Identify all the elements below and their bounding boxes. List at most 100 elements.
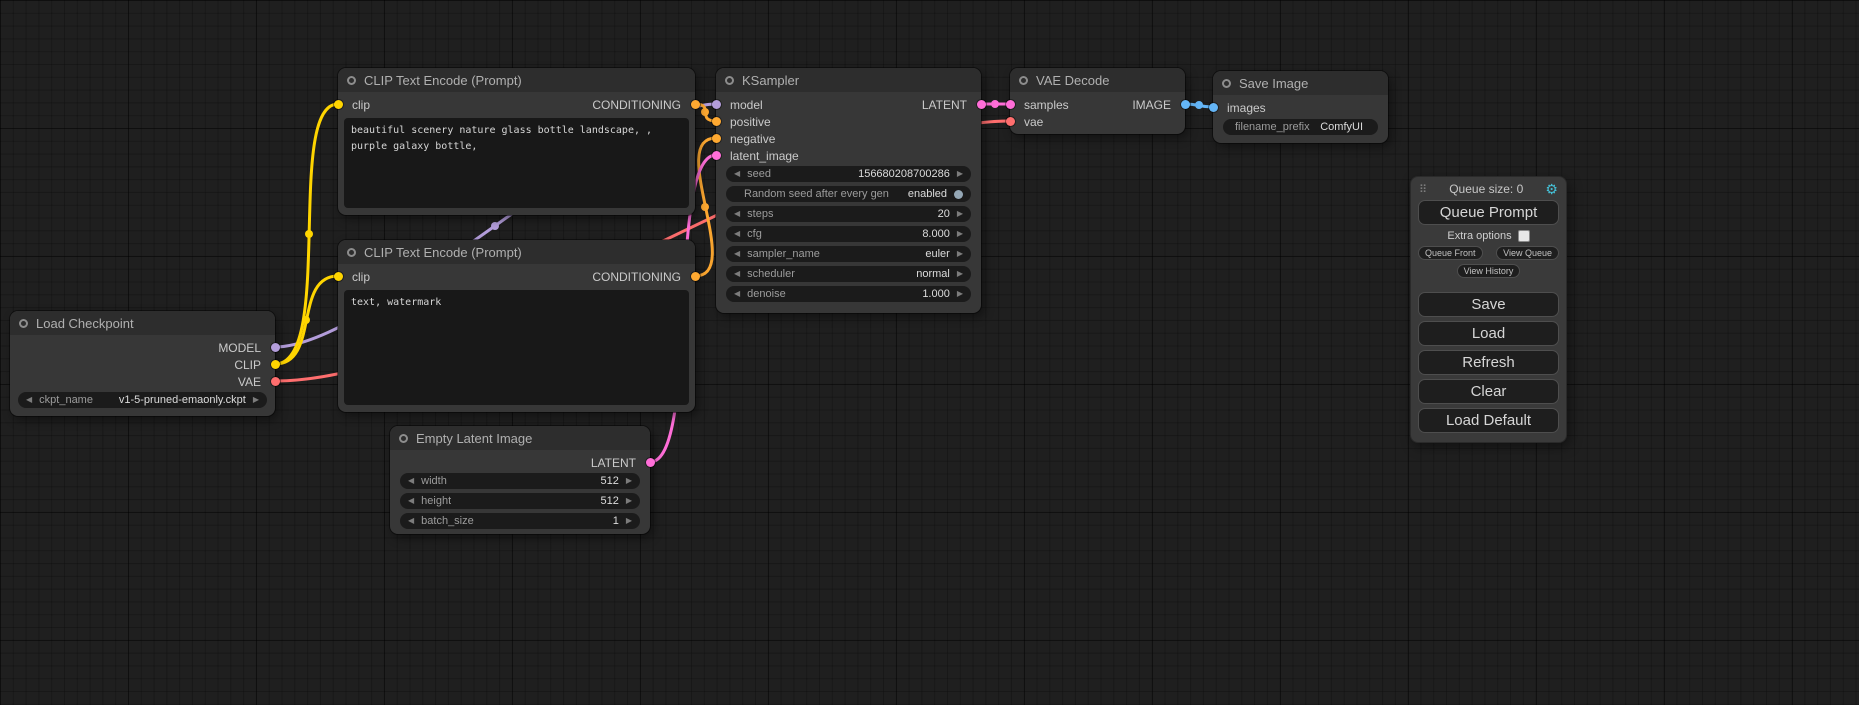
output-dot[interactable] bbox=[691, 100, 700, 109]
output-slot-clip[interactable]: CLIP bbox=[10, 356, 275, 373]
decrement-arrow-icon[interactable]: ◀ bbox=[734, 270, 740, 278]
widget-seed[interactable]: ◀ seed 156680208700286 ▶ bbox=[726, 166, 971, 182]
node-clip-text-encode-negative[interactable]: CLIP Text Encode (Prompt) clip CONDITION… bbox=[338, 240, 695, 412]
increment-arrow-icon[interactable]: ▶ bbox=[957, 270, 963, 278]
increment-arrow-icon[interactable]: ▶ bbox=[957, 250, 963, 258]
node-titlebar[interactable]: Save Image bbox=[1213, 71, 1388, 95]
output-dot[interactable] bbox=[977, 100, 986, 109]
input-dot[interactable] bbox=[712, 151, 721, 160]
drag-handle-icon[interactable]: ⠿ bbox=[1419, 183, 1427, 196]
increment-arrow-icon[interactable]: ▶ bbox=[626, 497, 632, 505]
input-slot-negative[interactable]: negative bbox=[716, 130, 981, 147]
settings-gear-icon[interactable]: ⚙ bbox=[1545, 182, 1558, 196]
increment-arrow-icon[interactable]: ▶ bbox=[626, 517, 632, 525]
input-slot-vae[interactable]: vae bbox=[1010, 113, 1185, 130]
widget-random-seed-toggle[interactable]: Random seed after every gen enabled bbox=[726, 186, 971, 202]
input-slot-images[interactable]: images bbox=[1213, 99, 1388, 116]
node-ksampler[interactable]: KSampler model LATENT positive negative … bbox=[716, 68, 981, 313]
input-slot-latent-image[interactable]: latent_image bbox=[716, 147, 981, 164]
output-dot[interactable] bbox=[271, 343, 280, 352]
load-button[interactable]: Load bbox=[1418, 321, 1559, 346]
output-slot-latent[interactable]: LATENT bbox=[390, 454, 650, 471]
node-titlebar[interactable]: KSampler bbox=[716, 68, 981, 92]
input-dot[interactable] bbox=[712, 117, 721, 126]
clear-button[interactable]: Clear bbox=[1418, 379, 1559, 404]
output-slot-model[interactable]: MODEL bbox=[10, 339, 275, 356]
node-titlebar[interactable]: Load Checkpoint bbox=[10, 311, 275, 335]
increment-arrow-icon[interactable]: ▶ bbox=[957, 230, 963, 238]
node-titlebar[interactable]: VAE Decode bbox=[1010, 68, 1185, 92]
view-queue-button[interactable]: View Queue bbox=[1496, 246, 1559, 260]
load-default-button[interactable]: Load Default bbox=[1418, 408, 1559, 433]
slot-row-clip-conditioning[interactable]: clip CONDITIONING bbox=[338, 96, 695, 113]
collapse-dot-icon[interactable] bbox=[1222, 79, 1231, 88]
view-history-button[interactable]: View History bbox=[1457, 264, 1521, 278]
input-dot[interactable] bbox=[712, 100, 721, 109]
collapse-dot-icon[interactable] bbox=[1019, 76, 1028, 85]
decrement-arrow-icon[interactable]: ◀ bbox=[408, 497, 414, 505]
node-save-image[interactable]: Save Image images filename_prefix ComfyU… bbox=[1213, 71, 1388, 143]
queue-front-button[interactable]: Queue Front bbox=[1418, 246, 1483, 260]
widget-denoise[interactable]: ◀ denoise 1.000 ▶ bbox=[726, 286, 971, 302]
widget-value: 8.000 bbox=[922, 228, 950, 240]
decrement-arrow-icon[interactable]: ◀ bbox=[734, 290, 740, 298]
toggle-dot-icon[interactable] bbox=[954, 190, 963, 199]
output-dot[interactable] bbox=[691, 272, 700, 281]
decrement-arrow-icon[interactable]: ◀ bbox=[734, 210, 740, 218]
save-button[interactable]: Save bbox=[1418, 292, 1559, 317]
widget-sampler-name[interactable]: ◀ sampler_name euler ▶ bbox=[726, 246, 971, 262]
decrement-arrow-icon[interactable]: ◀ bbox=[734, 230, 740, 238]
node-titlebar[interactable]: CLIP Text Encode (Prompt) bbox=[338, 240, 695, 264]
increment-arrow-icon[interactable]: ▶ bbox=[957, 170, 963, 178]
collapse-dot-icon[interactable] bbox=[347, 76, 356, 85]
node-load-checkpoint[interactable]: Load Checkpoint MODEL CLIP VAE ◀ ckpt_na… bbox=[10, 311, 275, 416]
widget-width[interactable]: ◀ width 512 ▶ bbox=[400, 473, 640, 489]
slot-row-samples-image[interactable]: samples IMAGE bbox=[1010, 96, 1185, 113]
decrement-arrow-icon[interactable]: ◀ bbox=[734, 250, 740, 258]
widget-ckpt-name[interactable]: ◀ ckpt_name v1-5-pruned-emaonly.ckpt ▶ bbox=[18, 392, 267, 408]
widget-batch-size[interactable]: ◀ batch_size 1 ▶ bbox=[400, 513, 640, 529]
increment-arrow-icon[interactable]: ▶ bbox=[957, 210, 963, 218]
node-titlebar[interactable]: CLIP Text Encode (Prompt) bbox=[338, 68, 695, 92]
slot-row-clip-conditioning[interactable]: clip CONDITIONING bbox=[338, 268, 695, 285]
node-titlebar[interactable]: Empty Latent Image bbox=[390, 426, 650, 450]
input-dot[interactable] bbox=[1006, 117, 1015, 126]
output-slot-vae[interactable]: VAE bbox=[10, 373, 275, 390]
widget-cfg[interactable]: ◀ cfg 8.000 ▶ bbox=[726, 226, 971, 242]
input-dot[interactable] bbox=[334, 100, 343, 109]
widget-steps[interactable]: ◀ steps 20 ▶ bbox=[726, 206, 971, 222]
decrement-arrow-icon[interactable]: ◀ bbox=[26, 396, 32, 404]
extra-options-checkbox[interactable] bbox=[1518, 230, 1530, 242]
node-vae-decode[interactable]: VAE Decode samples IMAGE vae bbox=[1010, 68, 1185, 134]
output-dot[interactable] bbox=[1181, 100, 1190, 109]
collapse-dot-icon[interactable] bbox=[725, 76, 734, 85]
prompt-textarea[interactable]: beautiful scenery nature glass bottle la… bbox=[344, 118, 689, 208]
widget-filename-prefix[interactable]: filename_prefix ComfyUI bbox=[1223, 119, 1378, 135]
output-dot[interactable] bbox=[271, 360, 280, 369]
input-dot[interactable] bbox=[1209, 103, 1218, 112]
increment-arrow-icon[interactable]: ▶ bbox=[626, 477, 632, 485]
output-dot[interactable] bbox=[646, 458, 655, 467]
decrement-arrow-icon[interactable]: ◀ bbox=[408, 477, 414, 485]
decrement-arrow-icon[interactable]: ◀ bbox=[408, 517, 414, 525]
widget-scheduler[interactable]: ◀ scheduler normal ▶ bbox=[726, 266, 971, 282]
queue-prompt-button[interactable]: Queue Prompt bbox=[1418, 200, 1559, 225]
increment-arrow-icon[interactable]: ▶ bbox=[957, 290, 963, 298]
input-slot-positive[interactable]: positive bbox=[716, 113, 981, 130]
node-empty-latent-image[interactable]: Empty Latent Image LATENT ◀ width 512 ▶ … bbox=[390, 426, 650, 534]
increment-arrow-icon[interactable]: ▶ bbox=[253, 396, 259, 404]
collapse-dot-icon[interactable] bbox=[19, 319, 28, 328]
widget-height[interactable]: ◀ height 512 ▶ bbox=[400, 493, 640, 509]
input-dot[interactable] bbox=[334, 272, 343, 281]
input-dot[interactable] bbox=[712, 134, 721, 143]
slot-row-model-latent[interactable]: model LATENT bbox=[716, 96, 981, 113]
refresh-button[interactable]: Refresh bbox=[1418, 350, 1559, 375]
node-clip-text-encode-positive[interactable]: CLIP Text Encode (Prompt) clip CONDITION… bbox=[338, 68, 695, 215]
node-graph-canvas[interactable]: Load Checkpoint MODEL CLIP VAE ◀ ckpt_na… bbox=[0, 0, 1859, 705]
collapse-dot-icon[interactable] bbox=[347, 248, 356, 257]
prompt-textarea[interactable]: text, watermark bbox=[344, 290, 689, 405]
collapse-dot-icon[interactable] bbox=[399, 434, 408, 443]
decrement-arrow-icon[interactable]: ◀ bbox=[734, 170, 740, 178]
input-dot[interactable] bbox=[1006, 100, 1015, 109]
output-dot[interactable] bbox=[271, 377, 280, 386]
